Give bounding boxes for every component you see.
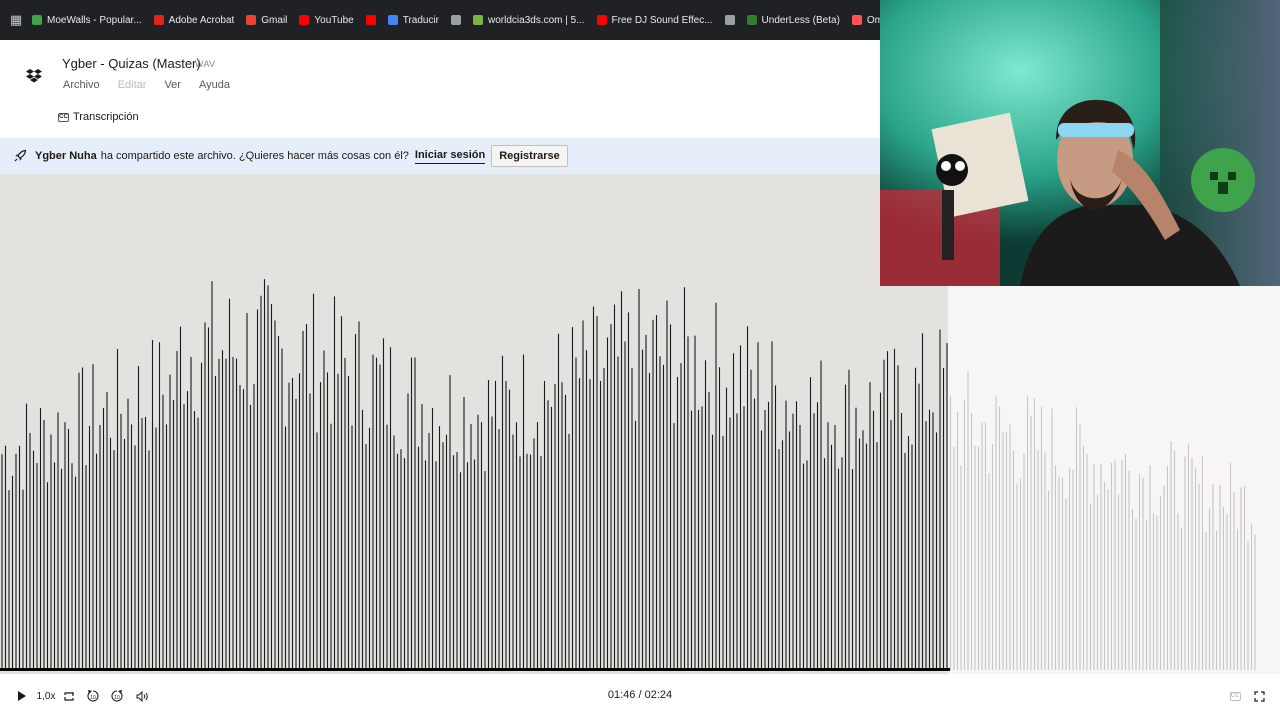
bookmark-item[interactable]: Adobe Acrobat [148, 8, 241, 32]
file-header: Ygber - Quizas (Master) WAV Archivo Edit… [0, 40, 880, 138]
bookmark-item[interactable]: MoeWalls - Popular... [26, 8, 148, 32]
signup-button[interactable]: Registrarse [491, 145, 568, 167]
time-display: 01:46 / 02:24 [570, 689, 710, 701]
volume-button[interactable] [134, 688, 150, 704]
dropbox-logo-icon[interactable] [26, 68, 42, 84]
rewind-10-icon: 10 [87, 690, 99, 702]
menu-ayuda[interactable]: Ayuda [199, 79, 230, 91]
total-time: 02:24 [644, 689, 673, 701]
bookmark-item[interactable] [719, 8, 741, 32]
bookmark-list: MoeWalls - Popular... Adobe Acrobat Gmail Y… [26, 8, 968, 32]
login-link[interactable]: Iniciar sesión [414, 149, 486, 164]
apps-grid-icon[interactable]: ▦ [6, 10, 26, 30]
bookmark-item[interactable]: UnderLess (Beta) [741, 8, 846, 32]
forward-10-icon: 10 [111, 690, 123, 702]
bookmark-label: UnderLess (Beta) [761, 14, 840, 26]
bookmark-item[interactable] [360, 8, 382, 32]
skip-forward-label: 10 [114, 695, 120, 701]
banner-message: ha compartido este archivo. ¿Quieres hac… [100, 150, 409, 162]
playback-speed-button[interactable]: 1,0x [36, 688, 56, 704]
bookmark-favicon-icon [596, 15, 607, 25]
bookmark-favicon-icon [746, 15, 757, 25]
bookmark-label: Traducir [402, 14, 440, 26]
rocket-icon [14, 149, 27, 162]
closed-caption-icon: CC [58, 112, 69, 122]
menu-ver[interactable]: Ver [164, 79, 181, 91]
time-separator: / [635, 689, 645, 701]
loop-button[interactable] [61, 688, 77, 704]
bookmark-favicon-icon [451, 15, 462, 25]
bookmark-favicon-icon [473, 15, 484, 25]
loop-icon [64, 691, 74, 701]
share-banner: Ygber Nuha ha compartido este archivo. ¿… [0, 138, 880, 174]
bookmark-favicon-icon [299, 15, 310, 25]
bookmark-label: MoeWalls - Popular... [47, 14, 142, 26]
bookmark-favicon-icon [851, 15, 862, 25]
skip-back-label: 10 [90, 695, 96, 701]
bookmark-item[interactable]: Traducir [382, 8, 445, 32]
player-controls: 1,0x 10 10 01:46 / 02:24 CC [0, 680, 1280, 720]
bookmark-item[interactable]: YouTube [293, 8, 359, 32]
play-button[interactable] [14, 688, 30, 704]
play-icon [18, 691, 26, 701]
webcam-overlay [880, 0, 1280, 286]
transcript-label: Transcripción [73, 111, 139, 123]
fullscreen-button[interactable] [1251, 688, 1267, 704]
bookmark-favicon-icon [153, 15, 164, 25]
file-title: Ygber - Quizas (Master) [62, 56, 201, 71]
bookmark-item[interactable]: Free DJ Sound Effec... [591, 8, 719, 32]
bookmark-label: Free DJ Sound Effec... [611, 14, 713, 26]
bookmark-label: worldcia3ds.com | 5... [488, 14, 585, 26]
captions-button[interactable]: CC [1227, 688, 1243, 704]
bookmark-label: Adobe Acrobat [168, 14, 235, 26]
sharer-name: Ygber Nuha [35, 150, 97, 162]
volume-icon [136, 690, 148, 702]
bookmark-favicon-icon [387, 15, 398, 25]
bookmark-favicon-icon [32, 15, 42, 25]
playback-progress-bar[interactable] [0, 668, 951, 671]
bookmark-favicon-icon [365, 15, 376, 25]
bookmark-label: Gmail [261, 14, 288, 26]
menu-bar: Archivo Editar Ver Ayuda [63, 79, 230, 91]
current-time: 01:46 [607, 689, 636, 701]
webcam-video-image [880, 0, 1280, 286]
bookmark-label: YouTube [314, 14, 354, 26]
bookmark-item[interactable] [445, 8, 467, 32]
file-extension-badge: WAV [195, 59, 216, 69]
menu-archivo[interactable]: Archivo [63, 79, 100, 91]
bookmark-item[interactable]: worldcia3ds.com | 5... [467, 8, 591, 32]
bookmark-item[interactable]: Gmail [240, 8, 293, 32]
bookmark-favicon-icon [724, 15, 735, 25]
skip-forward-button[interactable]: 10 [109, 688, 125, 704]
transcript-button[interactable]: CC Transcripción [58, 111, 139, 123]
menu-editar[interactable]: Editar [118, 79, 147, 91]
skip-back-button[interactable]: 10 [85, 688, 101, 704]
captions-icon: CC [1229, 691, 1241, 701]
fullscreen-icon [1253, 690, 1265, 702]
bookmark-favicon-icon [246, 15, 257, 25]
